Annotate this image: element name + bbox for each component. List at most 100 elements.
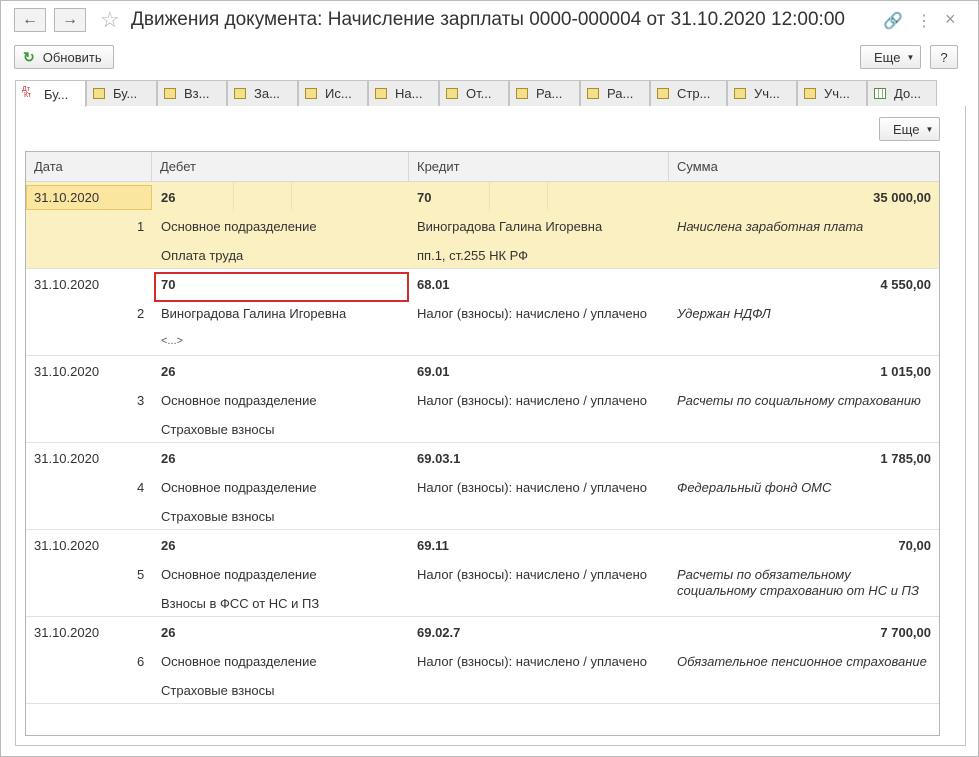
help-label: ?	[940, 49, 948, 65]
register-icon	[657, 88, 669, 99]
credit-subconto-1: Налог (взносы): начислено / уплачено	[417, 306, 647, 321]
content-cell: Расчеты по социальному страхованию	[677, 393, 921, 408]
table-row[interactable]: 31.10.2020 1 26 Основное подразделение О…	[26, 182, 939, 269]
help-button[interactable]: ?	[930, 45, 958, 69]
tab-4[interactable]: Ис...	[298, 80, 368, 106]
tab-12[interactable]: До...	[867, 80, 937, 106]
back-button[interactable]: ←	[14, 8, 46, 32]
tab-label: Ис...	[325, 86, 352, 101]
content-cell: Федеральный фонд ОМС	[677, 480, 832, 495]
register-icon	[234, 88, 246, 99]
tab-3[interactable]: За...	[227, 80, 298, 106]
more-button[interactable]: Еще ▼	[860, 45, 921, 69]
tab-label: Вз...	[184, 86, 210, 101]
debit-account: 26	[161, 451, 176, 466]
table-row[interactable]: 31.10.2020 3 26 Основное подразделение С…	[26, 356, 939, 443]
line-number: 5	[137, 567, 145, 582]
amount-cell: 1 785,00	[880, 451, 931, 466]
register-icon	[516, 88, 528, 99]
tab-label: До...	[894, 86, 922, 101]
tab-1[interactable]: Бу...	[86, 80, 157, 106]
credit-account: 69.03.1	[417, 451, 461, 466]
date-cell: 31.10.2020	[34, 451, 100, 466]
debit-subconto-1: Основное подразделение	[161, 567, 317, 582]
panel-more-label: Еще	[893, 121, 920, 137]
debit-subconto-2: Оплата труда	[161, 248, 244, 263]
tab-label: Ра...	[607, 86, 634, 101]
tab-10[interactable]: Уч...	[727, 80, 797, 106]
close-icon[interactable]: ×	[945, 9, 956, 30]
column-header-debit[interactable]: Дебет	[152, 152, 409, 181]
movements-table[interactable]: Дата Дебет Кредит Сумма 31.10.2020 1 26 …	[25, 151, 940, 736]
debit-subconto-1: Основное подразделение	[161, 654, 317, 669]
dtkt-icon: Дт Кт	[22, 86, 32, 99]
credit-subconto-1: Налог (взносы): начислено / уплачено	[417, 480, 647, 495]
register-icon	[734, 88, 746, 99]
register-icon	[804, 88, 816, 99]
column-header-credit[interactable]: Кредит	[409, 152, 669, 181]
column-header-amount[interactable]: Сумма	[669, 152, 939, 181]
debit-subconto-2: Взносы в ФСС от НС и ПЗ	[161, 596, 320, 611]
debit-subconto-2: Страховые взносы	[161, 509, 275, 524]
tab-11[interactable]: Уч...	[797, 80, 867, 106]
tab-9[interactable]: Стр...	[650, 80, 727, 106]
tab-6[interactable]: От...	[439, 80, 509, 106]
tab-8[interactable]: Ра...	[580, 80, 650, 106]
back-arrow-icon: ←	[22, 11, 38, 28]
favorite-star-icon[interactable]: ☆	[100, 7, 120, 33]
amount-cell: 4 550,00	[880, 277, 931, 292]
tab-7[interactable]: Ра...	[509, 80, 580, 106]
table-row[interactable]: 31.10.2020 2 70 Виноградова Галина Игоре…	[26, 269, 939, 356]
credit-account: 68.01	[417, 277, 450, 292]
document-movements-window: ← → ☆ Движения документа: Начисление зар…	[0, 0, 979, 757]
date-cell: 31.10.2020	[34, 277, 100, 292]
credit-subconto-1: Виноградова Галина Игоревна	[417, 219, 603, 234]
tab-label: Бу...	[113, 86, 138, 101]
refresh-button[interactable]: ↻ Обновить	[14, 45, 114, 69]
tab-label: На...	[395, 86, 423, 101]
debit-subconto-1: Основное подразделение	[161, 480, 317, 495]
debit-account[interactable]: 70	[161, 277, 175, 292]
credit-subconto-2: пп.1, ст.255 НК РФ	[417, 248, 529, 263]
tab-label: Стр...	[677, 86, 711, 101]
table-row[interactable]: 31.10.2020 6 26 Основное подразделение С…	[26, 617, 939, 704]
content-cell: Начислена заработная плата	[677, 219, 864, 234]
debit-account: 26	[161, 190, 176, 205]
date-cell: 31.10.2020	[34, 190, 100, 205]
date-cell: 31.10.2020	[34, 625, 100, 640]
panel-more-button[interactable]: Еще ▼	[879, 117, 940, 141]
debit-subconto-2: Страховые взносы	[161, 683, 275, 698]
column-header-date[interactable]: Дата	[26, 152, 152, 181]
window-title: Движения документа: Начисление зарплаты …	[131, 9, 845, 30]
debit-account: 26	[161, 625, 176, 640]
table-icon	[874, 88, 886, 99]
tab-5[interactable]: На...	[368, 80, 439, 106]
credit-subconto-1: Налог (взносы): начислено / уплачено	[417, 393, 647, 408]
register-icon	[93, 88, 105, 99]
forward-arrow-icon: →	[62, 11, 78, 28]
register-icon	[446, 88, 458, 99]
refresh-label: Обновить	[42, 49, 102, 65]
line-number: 6	[137, 654, 145, 669]
link-icon[interactable]: 🔗	[883, 11, 903, 31]
debit-subconto-2: Страховые взносы	[161, 422, 275, 437]
more-menu-icon[interactable]: ⋮	[916, 11, 932, 31]
line-number: 4	[137, 480, 145, 495]
amount-cell: 70,00	[898, 538, 931, 553]
tab-label: От...	[466, 86, 492, 101]
tab-2[interactable]: Вз...	[157, 80, 227, 106]
amount-cell: 35 000,00	[873, 190, 931, 205]
line-number: 2	[137, 306, 145, 321]
forward-button[interactable]: →	[54, 8, 86, 32]
tab-0[interactable]: Дт Кт Бу...	[15, 80, 86, 107]
focused-cell-highlight	[154, 272, 409, 302]
dropdown-arrow-icon: ▼	[925, 124, 934, 134]
credit-subconto-1: Налог (взносы): начислено / уплачено	[417, 654, 647, 669]
more-label: Еще	[874, 49, 901, 65]
table-row[interactable]: 31.10.2020 4 26 Основное подразделение С…	[26, 443, 939, 530]
amount-cell: 7 700,00	[880, 625, 931, 640]
content-cell: Удержан НДФЛ	[677, 306, 771, 321]
debit-account: 26	[161, 538, 176, 553]
table-row[interactable]: 31.10.2020 5 26 Основное подразделение В…	[26, 530, 939, 617]
register-icon	[587, 88, 599, 99]
